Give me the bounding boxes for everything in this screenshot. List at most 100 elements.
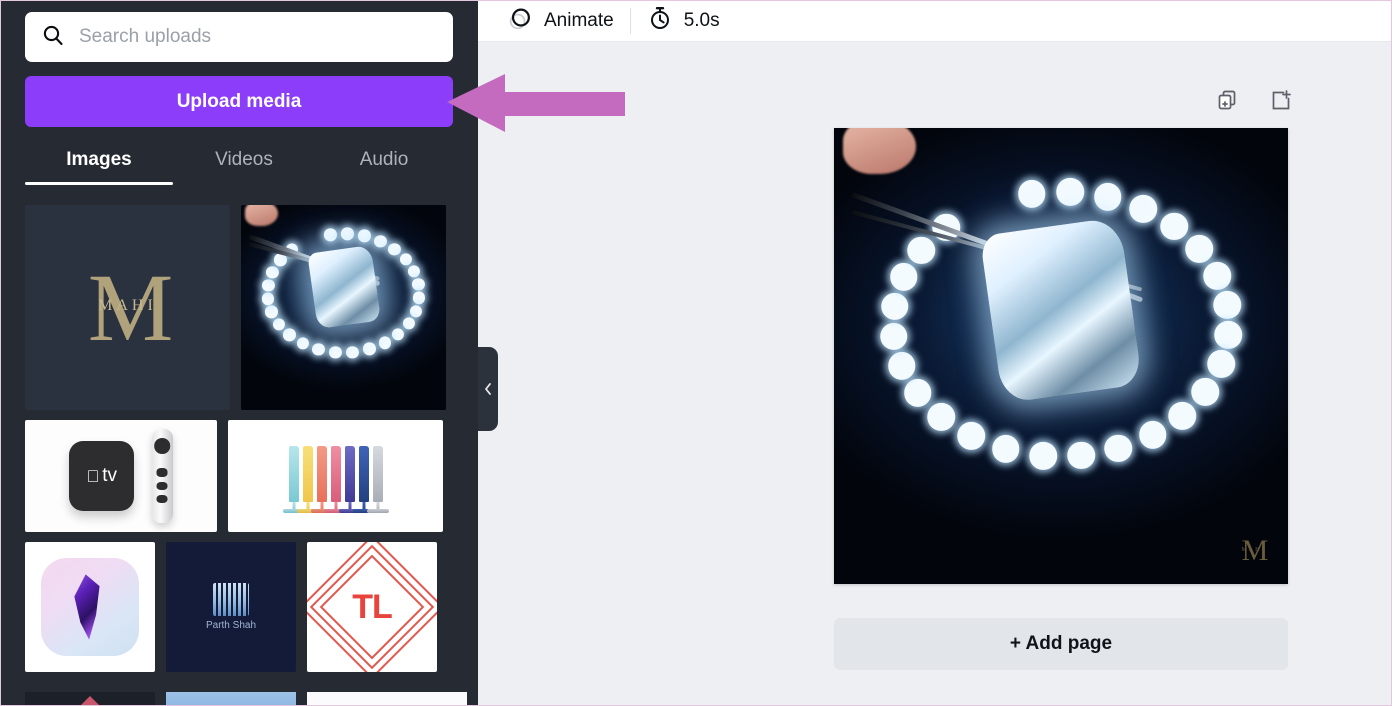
tl-caption: TL bbox=[352, 587, 393, 626]
add-page-icon[interactable] bbox=[1268, 88, 1294, 119]
ring-light-bulb bbox=[358, 229, 371, 243]
ring-light-bulb bbox=[1203, 261, 1232, 290]
upload-thumb-rough-diamond[interactable] bbox=[241, 205, 446, 410]
uploads-tabs: Images Videos Audio bbox=[25, 143, 453, 185]
duplicate-page-icon[interactable] bbox=[1216, 88, 1242, 119]
mahi-watermark: M MAHI bbox=[1241, 535, 1268, 566]
ring-light-bulb bbox=[1185, 235, 1213, 263]
uploads-sidebar: Upload media Images Videos Audio M MAHI bbox=[0, 0, 478, 706]
ring-light-bulb bbox=[1029, 441, 1057, 470]
rough-diamond-artwork bbox=[241, 205, 446, 410]
add-page-button[interactable]: + Add page bbox=[834, 618, 1288, 670]
upload-thumb-imac-lineup[interactable] bbox=[228, 420, 443, 532]
ring-light-bulb bbox=[904, 379, 932, 408]
ring-light-bulb bbox=[346, 345, 359, 359]
parth-shah-caption: Parth Shah bbox=[205, 620, 257, 632]
ring-light-bulb bbox=[1018, 179, 1046, 208]
ring-light-bulb bbox=[1207, 350, 1235, 379]
ring-light-bulb bbox=[1191, 377, 1220, 406]
search-box[interactable] bbox=[25, 12, 453, 62]
tab-images[interactable]: Images bbox=[25, 143, 173, 185]
upload-thumb-purple-crystal[interactable] bbox=[25, 542, 155, 672]
ring-light-bulb bbox=[329, 346, 342, 359]
ring-light-bulb bbox=[927, 403, 956, 431]
tab-videos[interactable]: Videos bbox=[173, 143, 315, 185]
parth-shah-mark bbox=[212, 582, 250, 617]
mahi-wordmark: MAHI bbox=[98, 296, 157, 314]
upload-thumb-partial-3[interactable] bbox=[307, 692, 467, 706]
parth-shah-artwork: Parth Shah bbox=[166, 542, 296, 672]
finger-shape bbox=[843, 128, 916, 174]
timer-icon bbox=[647, 5, 673, 36]
ring-light-bulb bbox=[1104, 434, 1133, 463]
ring-light-bulb bbox=[1168, 401, 1196, 430]
uploads-grid: M MAHI  bbox=[25, 205, 478, 672]
ring-light-bulb bbox=[296, 337, 310, 350]
tab-audio[interactable]: Audio bbox=[315, 143, 453, 185]
watermark-wordmark: MAHI bbox=[1241, 546, 1266, 553]
upload-thumb-apple-tv[interactable]:  tv bbox=[25, 420, 217, 532]
upload-thumb-partial-2[interactable] bbox=[166, 692, 296, 706]
diamond-shape bbox=[306, 245, 381, 329]
ring-light-bulb bbox=[957, 421, 985, 450]
ring-light-bulb bbox=[887, 352, 916, 380]
upload-thumb-tl-logo[interactable]: TL bbox=[307, 542, 437, 672]
ring-light-bulb bbox=[1213, 290, 1241, 319]
ring-light-bulb bbox=[1056, 178, 1084, 206]
diamond-shape bbox=[979, 217, 1143, 404]
upload-thumb-mahi-logo[interactable]: M MAHI bbox=[25, 205, 230, 410]
animate-button[interactable]: Animate bbox=[490, 0, 630, 42]
ring-light-bulb bbox=[412, 291, 426, 305]
duration-button[interactable]: 5.0s bbox=[631, 0, 736, 42]
uploads-grid-next-row bbox=[25, 692, 478, 706]
ring-light-bulb bbox=[402, 317, 415, 330]
ring-light-bulb bbox=[879, 322, 908, 351]
ring-light-bulb bbox=[312, 343, 325, 356]
ring-light-bulb bbox=[1067, 441, 1096, 470]
chevron-left-icon bbox=[485, 383, 491, 395]
page-tools bbox=[1216, 88, 1294, 119]
ring-light-bulb bbox=[378, 336, 392, 350]
ring-light-bulb bbox=[262, 278, 275, 292]
search-input[interactable] bbox=[79, 26, 437, 48]
ring-light-bulb bbox=[991, 435, 1020, 463]
search-section bbox=[0, 0, 478, 62]
ring-light-bulb bbox=[363, 342, 376, 356]
editor-toolbar: Animate 5.0s bbox=[478, 0, 1392, 42]
ring-light-bulb bbox=[374, 235, 387, 248]
ring-light-bulb bbox=[1138, 420, 1167, 449]
tl-logo-artwork: TL bbox=[307, 542, 437, 672]
ring-light-bulb bbox=[388, 242, 401, 256]
ring-light-bulb bbox=[1129, 194, 1157, 223]
finger-shape bbox=[245, 205, 278, 226]
ring-light-bulb bbox=[399, 253, 413, 266]
apple-logo-glyph:  bbox=[87, 468, 100, 485]
canva-editor-window: Upload media Images Videos Audio M MAHI bbox=[0, 0, 1392, 706]
search-icon bbox=[41, 23, 65, 52]
upload-thumb-parth-shah[interactable]: Parth Shah bbox=[166, 542, 296, 672]
ring-light-bulb bbox=[890, 263, 918, 292]
purple-crystal-artwork bbox=[25, 542, 155, 672]
animate-label: Animate bbox=[544, 9, 614, 31]
collapse-sidebar-button[interactable] bbox=[478, 347, 498, 431]
ring-light-bulb bbox=[407, 265, 421, 278]
apple-tv-box:  tv bbox=[69, 441, 135, 511]
ring-light-bulb bbox=[1214, 320, 1243, 349]
imac-lineup-artwork bbox=[228, 420, 443, 532]
canvas-diamond-image: M MAHI bbox=[834, 128, 1288, 584]
ring-light-bulb bbox=[265, 305, 278, 319]
siri-remote-shape bbox=[151, 428, 173, 524]
editor-main: Animate 5.0s M MAHI + Add page bbox=[478, 0, 1392, 706]
animate-circles-icon bbox=[506, 5, 533, 37]
ring-light-bulb bbox=[1093, 183, 1122, 211]
ring-light-bulb bbox=[266, 265, 279, 279]
ring-light-bulb bbox=[283, 328, 296, 342]
mahi-logo-artwork: M MAHI bbox=[25, 205, 230, 410]
ring-light-bulb bbox=[341, 227, 354, 241]
upload-thumb-partial-1[interactable] bbox=[25, 692, 155, 706]
upload-media-button[interactable]: Upload media bbox=[25, 76, 453, 127]
duration-label: 5.0s bbox=[683, 9, 720, 31]
page-canvas[interactable]: M MAHI bbox=[834, 128, 1288, 584]
ring-light-bulb bbox=[324, 228, 337, 241]
ring-light-bulb bbox=[1160, 212, 1188, 241]
